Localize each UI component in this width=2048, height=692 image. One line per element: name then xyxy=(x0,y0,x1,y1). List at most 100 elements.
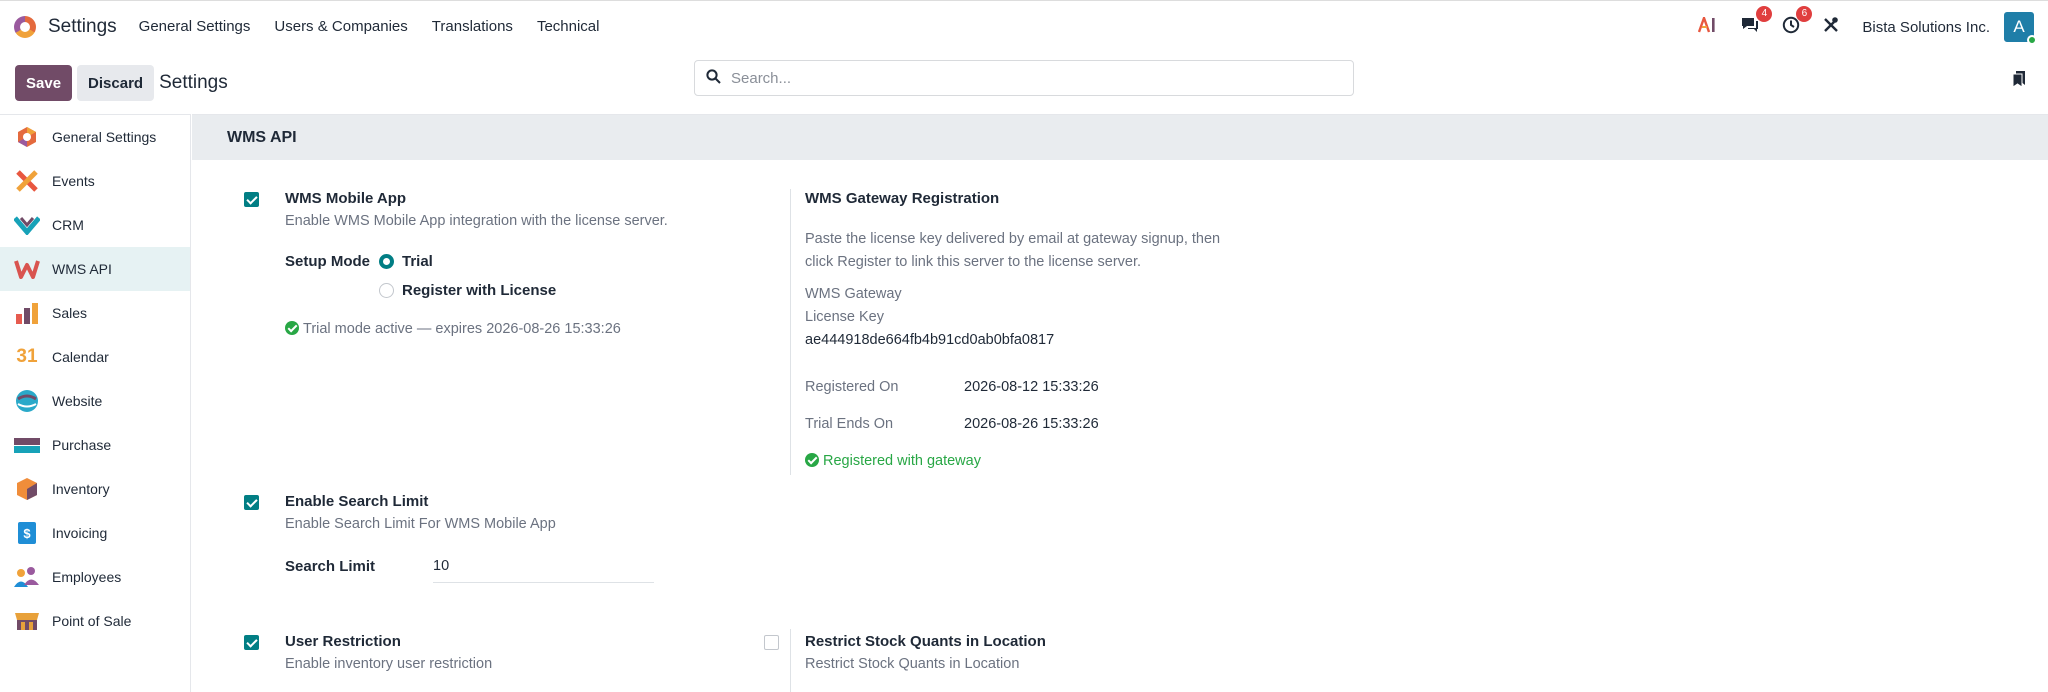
online-status-icon xyxy=(2027,35,2037,45)
sidebar-item-label: Purchase xyxy=(52,437,112,453)
sidebar-item-label: Employees xyxy=(52,569,122,585)
odoo-app-logo-icon[interactable] xyxy=(14,15,36,38)
search-input[interactable] xyxy=(731,62,1331,94)
odoo-logo-icon xyxy=(14,125,40,149)
user-restriction-desc: Enable inventory user restriction xyxy=(285,656,493,672)
sidebar-item-website[interactable]: Website xyxy=(0,379,190,423)
user-restriction-title: User Restriction xyxy=(285,633,401,650)
search-limit-label: Search Limit xyxy=(285,558,376,575)
setup-mode-label: Setup Mode xyxy=(285,253,370,270)
section-title: WMS API xyxy=(192,115,2048,160)
wms-mobile-app-desc: Enable WMS Mobile App integration with t… xyxy=(285,213,668,229)
gateway-title: WMS Gateway Registration xyxy=(805,190,1000,207)
settings-sidebar: General Settings Events CRM WMS API Sale… xyxy=(0,114,191,692)
events-icon xyxy=(14,169,40,193)
point-of-sale-icon xyxy=(14,609,40,633)
search-limit-desc: Enable Search Limit For WMS Mobile App xyxy=(285,516,556,532)
gateway-status: Registered with gateway xyxy=(805,453,981,469)
wms-mobile-app-checkbox[interactable] xyxy=(244,192,259,207)
sidebar-item-point-of-sale[interactable]: Point of Sale xyxy=(0,599,190,643)
save-button[interactable]: Save xyxy=(15,65,73,101)
restrict-quants-checkbox[interactable] xyxy=(764,635,779,650)
employees-icon xyxy=(14,565,40,589)
setup-mode-trial-label[interactable]: Trial xyxy=(402,253,433,270)
sidebar-item-label: Invoicing xyxy=(52,525,108,541)
search-limit-title: Enable Search Limit xyxy=(285,493,429,510)
column-divider xyxy=(790,189,791,475)
search-box[interactable] xyxy=(694,60,1354,96)
sales-icon xyxy=(14,301,40,325)
registered-on-label: Registered On xyxy=(805,379,899,395)
restrict-quants-desc: Restrict Stock Quants in Location xyxy=(805,656,1020,672)
menu-translations[interactable]: Translations xyxy=(432,18,513,35)
activities-clock-icon[interactable]: 6 xyxy=(1782,5,1813,39)
sidebar-item-calendar[interactable]: 31 Calendar xyxy=(0,335,190,379)
sidebar-item-general-settings[interactable]: General Settings xyxy=(0,115,190,159)
control-panel: Save Discard Settings xyxy=(0,52,2048,114)
calendar-icon: 31 xyxy=(16,346,38,367)
sidebar-item-label: WMS API xyxy=(52,261,112,277)
sidebar-item-label: CRM xyxy=(52,217,84,233)
registered-on-value: 2026-08-12 15:33:26 xyxy=(964,379,1099,395)
discard-button[interactable]: Discard xyxy=(77,65,155,101)
page-title: Settings xyxy=(159,72,228,93)
invoicing-icon: $ xyxy=(14,521,40,545)
setup-mode-register-radio[interactable] xyxy=(379,283,394,298)
sidebar-item-label: General Settings xyxy=(52,129,157,145)
sidebar-item-label: Sales xyxy=(52,305,88,321)
top-navbar: Settings General Settings Users & Compan… xyxy=(0,0,2048,52)
tools-icon[interactable] xyxy=(1822,16,1840,39)
sidebar-item-label: Events xyxy=(52,173,95,189)
messages-icon[interactable]: 4 xyxy=(1740,5,1773,39)
sidebar-item-purchase[interactable]: Purchase xyxy=(0,423,190,467)
restrict-quants-title: Restrict Stock Quants in Location xyxy=(805,633,1046,650)
inventory-icon xyxy=(14,477,40,501)
user-restriction-checkbox[interactable] xyxy=(244,635,259,650)
systray: 4 6 Bista Solutions Inc. A xyxy=(1698,1,2037,53)
user-avatar[interactable]: A xyxy=(2004,12,2037,45)
avatar-letter: A xyxy=(2013,17,2025,36)
trial-status-text: Trial mode active — expires 2026-08-26 1… xyxy=(303,321,621,337)
settings-main: WMS API WMS Mobile App Enable WMS Mobile… xyxy=(192,114,2048,692)
sidebar-item-crm[interactable]: CRM xyxy=(0,203,190,247)
sidebar-item-sales[interactable]: Sales xyxy=(0,291,190,335)
sidebar-item-events[interactable]: Events xyxy=(0,159,190,203)
trial-status: Trial mode active — expires 2026-08-26 1… xyxy=(285,321,621,337)
menu-technical[interactable]: Technical xyxy=(537,18,600,35)
license-key-label-line1: WMS Gateway xyxy=(805,286,902,302)
wms-api-icon xyxy=(14,257,40,281)
gateway-desc-line1: Paste the license key delivered by email… xyxy=(805,231,1221,247)
column-divider xyxy=(790,629,791,692)
trial-ends-value: 2026-08-26 15:33:26 xyxy=(964,416,1099,432)
sidebar-item-label: Calendar xyxy=(52,349,109,365)
sidebar-item-inventory[interactable]: Inventory xyxy=(0,467,190,511)
wms-mobile-app-title: WMS Mobile App xyxy=(285,190,407,207)
sidebar-item-label: Inventory xyxy=(52,481,110,497)
search-limit-input[interactable]: 10 xyxy=(433,558,654,583)
setup-mode-trial-radio[interactable] xyxy=(379,254,394,269)
company-name[interactable]: Bista Solutions Inc. xyxy=(1862,19,1990,36)
crm-icon xyxy=(14,213,40,237)
search-icon xyxy=(706,68,721,88)
website-icon xyxy=(14,389,40,413)
trial-ends-label: Trial Ends On xyxy=(805,416,894,432)
bookmark-icon[interactable] xyxy=(2012,70,2026,88)
setup-mode-register-label[interactable]: Register with License xyxy=(402,282,556,299)
enable-search-limit-checkbox[interactable] xyxy=(244,495,259,510)
menu-users-companies[interactable]: Users & Companies xyxy=(274,18,407,35)
messages-badge: 4 xyxy=(1756,5,1773,22)
sidebar-item-label: Point of Sale xyxy=(52,613,132,629)
activities-badge: 6 xyxy=(1796,5,1813,22)
purchase-icon xyxy=(14,433,40,457)
license-key-label-line2: License Key xyxy=(805,309,884,325)
sidebar-item-wms-api[interactable]: WMS API xyxy=(0,247,190,291)
gateway-status-text: Registered with gateway xyxy=(823,453,981,469)
license-key-value[interactable]: ae444918de664fb4b91cd0ab0bfa0817 xyxy=(805,332,1054,348)
check-circle-icon xyxy=(285,321,299,335)
sidebar-item-employees[interactable]: Employees xyxy=(0,555,190,599)
ai-icon[interactable] xyxy=(1698,13,1718,38)
app-title[interactable]: Settings xyxy=(48,16,117,38)
sidebar-item-invoicing[interactable]: $ Invoicing xyxy=(0,511,190,555)
sidebar-item-label: Website xyxy=(52,393,103,409)
menu-general-settings[interactable]: General Settings xyxy=(139,18,251,35)
